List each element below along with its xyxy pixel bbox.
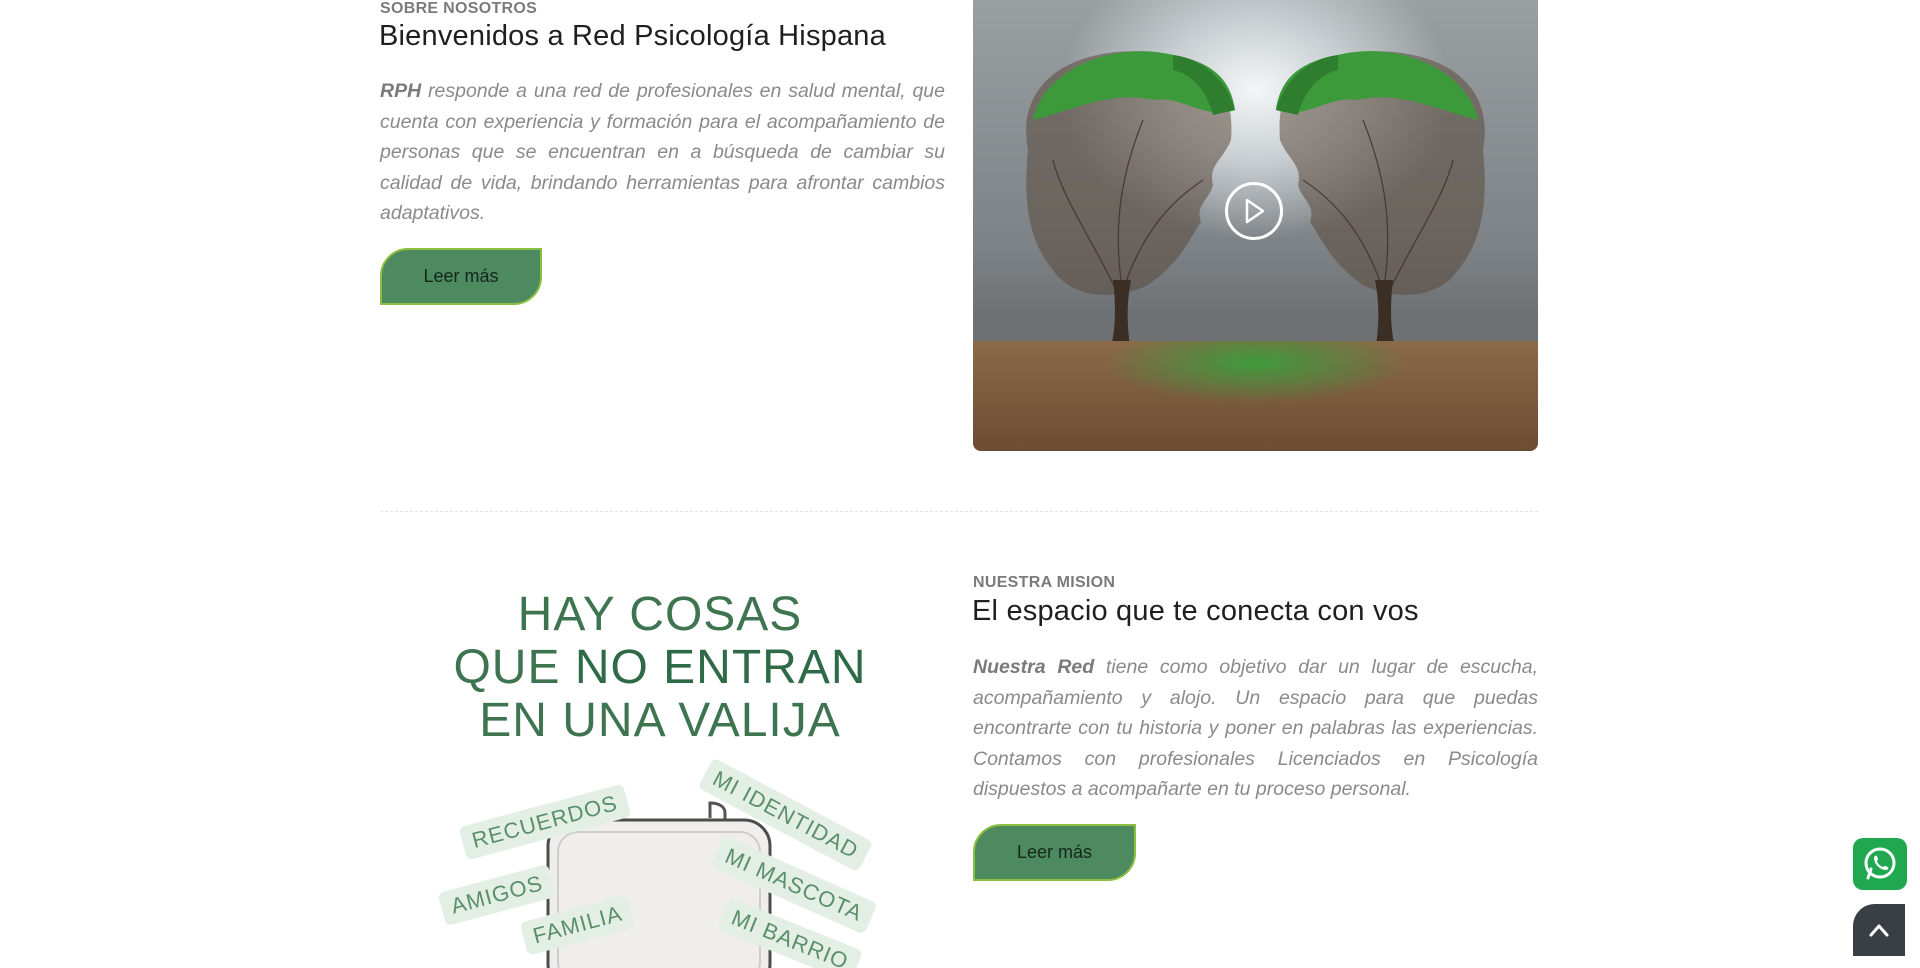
mission-read-more-button[interactable]: Leer más <box>973 824 1136 881</box>
mission-lead-bold: Nuestra Red <box>973 656 1095 678</box>
mission-paragraph: Nuestra Red tiene como objetivo dar un l… <box>973 652 1538 805</box>
about-video-thumbnail[interactable] <box>973 0 1538 451</box>
mission-heading: El espacio que te conecta con vos <box>972 595 1419 627</box>
about-heading: Bienvenidos a Red Psicología Hispana <box>379 20 886 52</box>
mission-eyebrow: NUESTRA MISION <box>973 574 1116 591</box>
whatsapp-icon <box>1864 847 1896 880</box>
about-body-text: responde a una red de profesionales en s… <box>380 80 945 224</box>
about-paragraph: RPH responde a una red de profesionales … <box>380 76 945 229</box>
about-lead-bold: RPH <box>380 80 422 102</box>
about-eyebrow: SOBRE NOSOTROS <box>380 0 538 17</box>
back-to-top-button[interactable] <box>1853 904 1905 956</box>
valija-illustration: HAY COSAS QUE NO ENTRAN EN UNA VALIJA RE… <box>420 588 900 968</box>
chevron-up-icon <box>1869 924 1889 937</box>
whatsapp-button[interactable] <box>1853 838 1907 890</box>
grass-ground <box>973 341 1538 451</box>
play-icon[interactable] <box>1225 182 1283 240</box>
section-divider <box>380 511 1538 512</box>
about-read-more-button[interactable]: Leer más <box>380 248 542 305</box>
